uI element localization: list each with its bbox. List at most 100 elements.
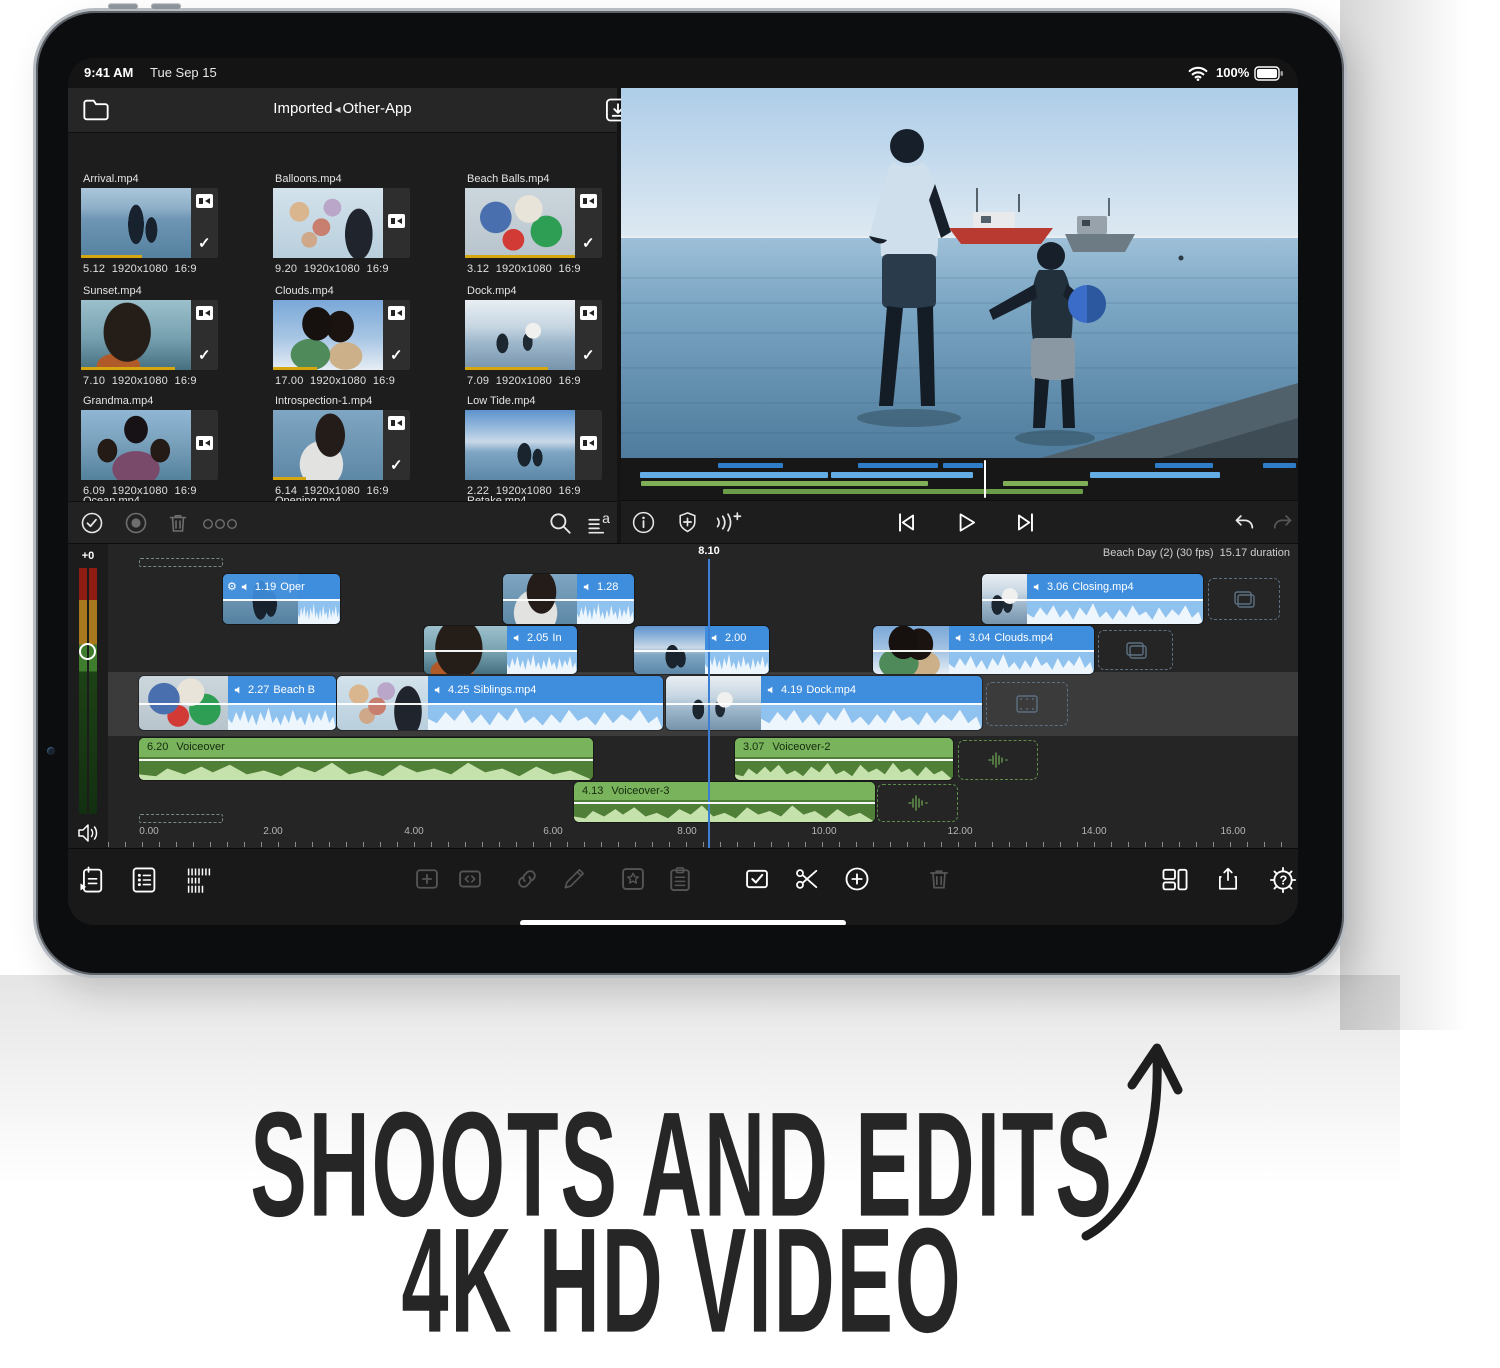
marketing-page: 9:41 AM Tue Sep 15 100% Imported◂Other-A… [0, 0, 1500, 1368]
speaker-icon [513, 633, 523, 643]
audio-placeholder[interactable] [958, 740, 1038, 780]
volume-line[interactable] [982, 599, 1203, 601]
clip-label: 2.00 [705, 626, 769, 650]
volume-line[interactable] [503, 599, 634, 601]
clip-info-icon[interactable] [631, 510, 656, 535]
select-tool-icon[interactable] [742, 865, 772, 893]
volume-down-button[interactable] [151, 3, 181, 9]
overview-segment [641, 481, 928, 486]
library-source-title[interactable]: Imported◂Other-App [68, 100, 617, 117]
share-export-icon[interactable] [1215, 865, 1241, 893]
clip-duration: 1.28 [597, 581, 618, 593]
library-clip-balloons[interactable] [273, 188, 410, 258]
overview-playhead[interactable] [984, 460, 986, 498]
timeline-clip-200[interactable]: 2.00 [634, 626, 769, 674]
timeline-clip-clouds[interactable]: 3.04 Clouds.mp4 [873, 626, 1094, 674]
battery-percent: 100% [1216, 65, 1249, 80]
link-icon[interactable] [514, 865, 540, 893]
home-indicator[interactable] [520, 920, 846, 925]
volume-line[interactable] [634, 650, 769, 652]
ipad-screen: 9:41 AM Tue Sep 15 100% Imported◂Other-A… [68, 58, 1298, 925]
timeline-audio-voiceover2[interactable]: 3.07Voiceover-2 [735, 738, 953, 780]
audio-placeholder[interactable] [877, 784, 958, 822]
device-shadow [1340, 0, 1500, 1030]
speaker-icon[interactable] [76, 822, 100, 844]
split-scissors-icon[interactable] [793, 865, 821, 893]
track-layout-icon[interactable] [184, 865, 214, 895]
status-date: Tue Sep 15 [150, 65, 217, 80]
timeline-clip-siblings[interactable]: 4.25 Siblings.mp4 [337, 676, 663, 730]
volume-line[interactable] [139, 759, 593, 761]
clip-placeholder[interactable] [986, 682, 1068, 726]
sort-by-name-icon[interactable]: a [586, 510, 614, 536]
library-clip-arrival[interactable]: ✓ [81, 188, 218, 258]
volume-up-button[interactable] [108, 3, 138, 9]
volume-line[interactable] [873, 650, 1094, 652]
skip-to-end-icon[interactable] [1013, 509, 1039, 536]
timeline-ruler[interactable]: 0.00 2.00 4.00 6.00 8.00 10.00 12.00 14.… [108, 824, 1298, 849]
volume-knob[interactable] [79, 643, 96, 660]
library-clip-beachballs[interactable]: ✓ [465, 188, 602, 258]
multi-select-icon[interactable] [80, 511, 104, 535]
record-icon[interactable] [124, 511, 148, 535]
skip-to-start-icon[interactable] [893, 509, 919, 536]
library-clip-grandma[interactable] [81, 410, 218, 480]
clip-name: Introspection-1.mp4 [275, 395, 372, 407]
library-clip-dock[interactable]: ✓ [465, 300, 602, 370]
insert-plus-icon[interactable] [843, 865, 871, 893]
layout-switch-icon[interactable] [1160, 865, 1190, 893]
timeline-clip-closing[interactable]: 3.06 Closing.mp4 [982, 574, 1203, 624]
add-audio-keyframe-icon[interactable] [713, 510, 745, 535]
settings-help-icon[interactable]: ? [1268, 865, 1298, 895]
timeline-audio-voiceover3[interactable]: 4.13Voiceover-3 [574, 782, 875, 822]
clip-meta: 7.10 1920x1080 16:9 [83, 375, 197, 387]
timeline-clip-in[interactable]: 2.05 In [424, 626, 577, 674]
volume-line[interactable] [337, 703, 663, 705]
delete-trash-icon[interactable] [926, 865, 952, 893]
project-duration: 15.17 duration [1220, 547, 1290, 559]
clip-duration: 3.04 [969, 632, 990, 644]
add-clip-icon[interactable] [413, 865, 441, 893]
trash-icon[interactable] [166, 511, 190, 535]
status-bar: 9:41 AM Tue Sep 15 100% [68, 58, 1298, 88]
timeline-clip-beachballs[interactable]: 2.27 Beach B [139, 676, 336, 730]
library-clip-introspection[interactable]: ✓ [273, 410, 410, 480]
volume-line[interactable] [735, 759, 953, 761]
volume-line[interactable] [139, 703, 336, 705]
transition-placeholder[interactable] [1208, 578, 1280, 620]
redo-icon[interactable] [1269, 510, 1296, 535]
transition-placeholder[interactable] [1098, 630, 1173, 670]
clip-meta: 17.00 1920x1080 16:9 [275, 375, 395, 387]
audio-meter-left [79, 568, 87, 814]
play-icon[interactable] [953, 509, 979, 536]
clip-name: Clouds.mp4 [275, 285, 334, 297]
clipboard-attributes-icon[interactable] [666, 865, 694, 893]
timeline-clip-128[interactable]: 1.28 [503, 574, 634, 624]
edit-pencil-icon[interactable] [561, 865, 587, 893]
search-icon[interactable] [547, 510, 573, 536]
add-to-timeline-icon[interactable] [78, 865, 106, 895]
library-clip-lowtide[interactable] [465, 410, 602, 480]
timeline-overview[interactable] [621, 458, 1298, 500]
timeline-audio-voiceover[interactable]: 6.20Voiceover [139, 738, 593, 780]
library-clip-clouds[interactable]: ✓ [273, 300, 410, 370]
speaker-icon [711, 633, 721, 643]
project-notes-icon[interactable] [130, 865, 158, 895]
clip-name: Arrival.mp4 [83, 173, 139, 185]
preview-frame[interactable] [621, 88, 1298, 458]
library-clip-sunset[interactable]: ✓ [81, 300, 218, 370]
volume-line[interactable] [666, 703, 982, 705]
ruler-label: 10.00 [802, 826, 846, 837]
timeline-clip-dock[interactable]: 4.19 Dock.mp4 [666, 676, 982, 730]
volume-line[interactable] [424, 650, 577, 652]
library-source-app: Other-App [343, 100, 412, 117]
more-options-icon[interactable] [202, 518, 238, 530]
transition-tool-icon[interactable] [456, 865, 484, 893]
volume-line[interactable] [574, 802, 875, 804]
volume-line[interactable] [223, 599, 340, 601]
timeline-clip-opening[interactable]: ⚙ 1.19 Oper [223, 574, 340, 624]
add-marker-icon[interactable] [675, 510, 700, 535]
effects-star-icon[interactable] [619, 865, 647, 893]
undo-icon[interactable] [1231, 510, 1258, 535]
clip-name: Clouds.mp4 [994, 632, 1053, 644]
